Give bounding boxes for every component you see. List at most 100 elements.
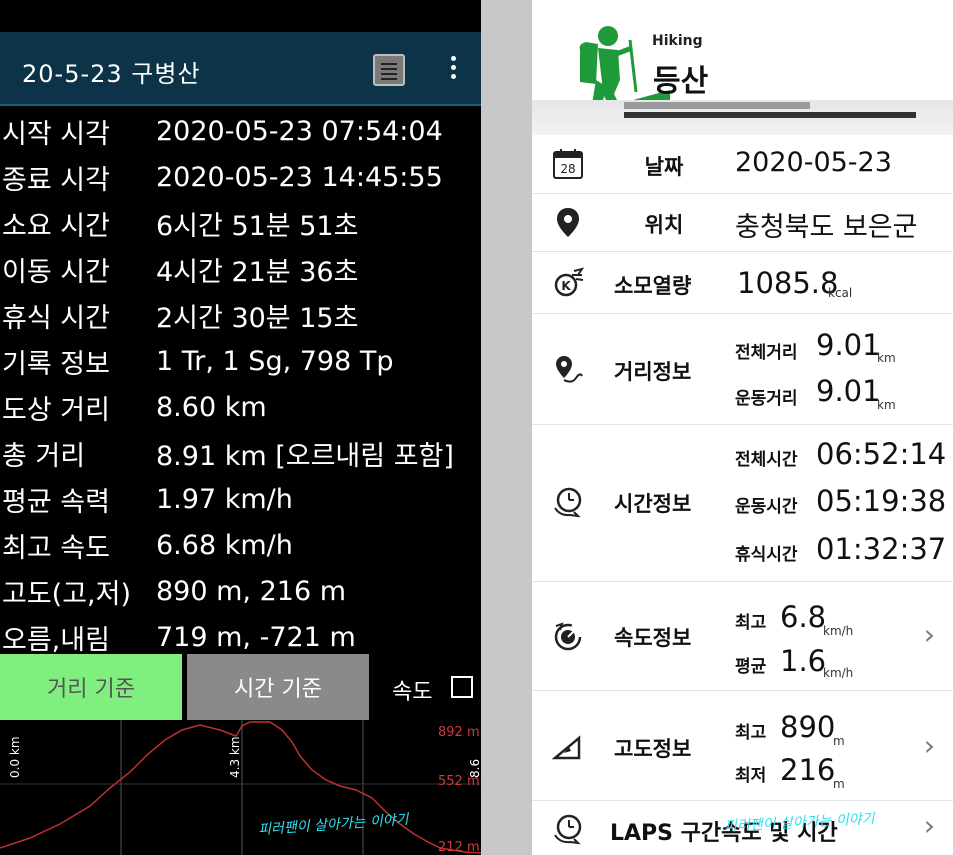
chevron-right-icon[interactable]: › [924,729,935,762]
location-label: 위치 [644,213,684,237]
row-distance: 거리정보 전체거리 9.01 km 운동거리 9.01 km [532,314,953,425]
max-speed-unit: km/h [823,624,854,638]
y-axis-label-min: 212 m [438,840,480,855]
moving-time-value: 05:19:38 [816,484,947,518]
tab-distance-basis[interactable]: 거리 기준 [0,654,182,720]
speed-label: 속도정보 [614,626,692,650]
info-label: 최고 속도 [2,532,110,564]
avg-speed-unit: km/h [823,666,854,680]
x-axis-label-mid: 4.3 km [228,736,242,778]
calendar-day-number: 28 [560,162,575,176]
calorie-flame-icon: K [554,267,584,297]
header-bar-light [624,102,810,109]
more-options-icon[interactable] [448,56,458,84]
speed-checkbox[interactable] [451,676,473,698]
avg-speed-value: 1.6 [780,644,827,678]
location-pin-icon [557,208,579,237]
graph-mode-tabs: 거리 기준 시간 기준 속도 [0,654,481,720]
row-location: 위치 충청북도 보은군 [532,194,953,252]
max-altitude-unit: m [833,734,845,748]
info-value: 6.68 km/h [156,529,293,561]
info-label: 오름,내림 [2,624,110,656]
info-value: 4시간 21분 36초 [156,256,359,288]
min-altitude-value: 216 [780,753,836,787]
header-korean-title: 등산 [653,64,709,99]
row-time: 시간정보 전체시간 06:52:14 운동시간 05:19:38 휴식시간 01… [532,425,953,582]
y-axis-label-max: 892 m [438,725,480,740]
info-value: 8.60 km [156,391,267,423]
calories-label: 소모열량 [614,274,692,298]
info-value: 2시간 30분 15초 [156,302,359,334]
list-icon[interactable] [373,54,405,86]
min-altitude-label: 최저 [735,766,767,786]
track-title: 20-5-23 구병산 [22,60,201,88]
chevron-right-icon[interactable]: › [924,809,935,842]
laps-clock-icon [554,814,582,845]
info-label: 종료 시각 [2,164,110,196]
header-bar-dark [624,112,916,118]
info-row-altitude: 고도(고,저) 890 m, 216 m [0,568,481,614]
rest-time-label: 휴식시간 [735,545,798,565]
row-speed[interactable]: 속도정보 최고 6.8 km/h 평균 1.6 km/h › [532,582,953,691]
rest-time-value: 01:32:37 [816,532,947,566]
row-calories: K 소모열량 1085.8 kcal [532,252,953,314]
track-info-table: 시작 시각 2020-05-23 07:54:04 종료 시각 2020-05-23… [0,108,481,660]
avg-speed-label: 평균 [735,657,767,677]
info-value: 8.91 km [오르내림 포함] [156,440,454,472]
total-time-label: 전체시간 [735,450,798,470]
max-speed-label: 최고 [735,613,767,633]
moving-distance-label: 운동거리 [735,389,798,409]
info-value: 719 m, -721 m [156,621,356,653]
info-label: 평균 속력 [2,486,110,518]
tab-time-basis[interactable]: 시간 기준 [187,654,369,720]
info-row-map-distance: 도상 거리 8.60 km [0,384,481,430]
app-bar: 20-5-23 구병산 [0,32,481,106]
info-label: 기록 정보 [2,348,110,380]
max-altitude-label: 최고 [735,723,767,743]
row-altitude[interactable]: 고도정보 최고 890 m 최저 216 m › [532,691,953,801]
info-label: 도상 거리 [2,394,110,426]
moving-distance-value: 9.01 [816,374,881,408]
info-label: 이동 시간 [2,256,110,288]
header-english-title: Hiking [652,33,703,49]
info-row-end-time: 종료 시각 2020-05-23 14:45:55 [0,154,481,200]
altitude-slope-icon [552,735,581,760]
altitude-label: 고도정보 [614,737,692,761]
distance-label: 거리정보 [614,360,692,384]
hiking-header: Hiking 등산 [532,0,953,135]
calories-value: 1085.8 [737,266,839,300]
elevation-graph: 892 m 552 m 212 m 0.0 km 4.3 km 8.6 km 피… [0,720,481,855]
info-row-start-time: 시작 시각 2020-05-23 07:54:04 [0,108,481,154]
x-axis-label-start: 0.0 km [8,736,22,778]
info-row-rest-time: 휴식 시간 2시간 30분 15초 [0,292,481,338]
calendar-icon: 28 [553,149,583,179]
info-value: 6시간 51분 51초 [156,210,359,242]
speed-label: 속도 [392,680,433,705]
chevron-right-icon[interactable]: › [924,618,935,651]
date-label: 날짜 [644,155,684,179]
moving-time-label: 운동시간 [735,497,798,517]
max-speed-value: 6.8 [780,600,827,634]
date-value: 2020-05-23 [735,147,892,178]
total-distance-value: 9.01 [816,328,881,362]
min-altitude-unit: m [833,777,845,791]
time-label: 시간정보 [614,492,692,516]
right-app-screen: Hiking 등산 28 날짜 2020-05-23 위치 충청북도 보은군 K [532,0,953,855]
info-value: 2020-05-23 07:54:04 [156,115,443,147]
info-value: 2020-05-23 14:45:55 [156,161,443,193]
info-label: 휴식 시간 [2,302,110,334]
info-row-max-speed: 최고 속도 6.68 km/h [0,522,481,568]
calories-unit: kcal [828,286,853,300]
info-label: 시작 시각 [2,118,110,150]
location-value: 충청북도 보은군 [735,212,918,243]
info-row-elapsed-time: 소요 시간 6시간 51분 51초 [0,200,481,246]
info-value: 1.97 km/h [156,483,293,515]
info-label: 고도(고,저) [2,578,132,610]
left-app-screen: 20-5-23 구병산 시작 시각 2020-05-23 07:54:04 종료 … [0,0,481,855]
time-clock-icon [554,487,582,518]
total-distance-label: 전체거리 [735,343,798,363]
row-date: 28 날짜 2020-05-23 [532,135,953,194]
speed-gauge-icon [554,622,582,651]
max-altitude-value: 890 [780,710,836,744]
info-row-total-distance: 총 거리 8.91 km [오르내림 포함] [0,430,481,476]
